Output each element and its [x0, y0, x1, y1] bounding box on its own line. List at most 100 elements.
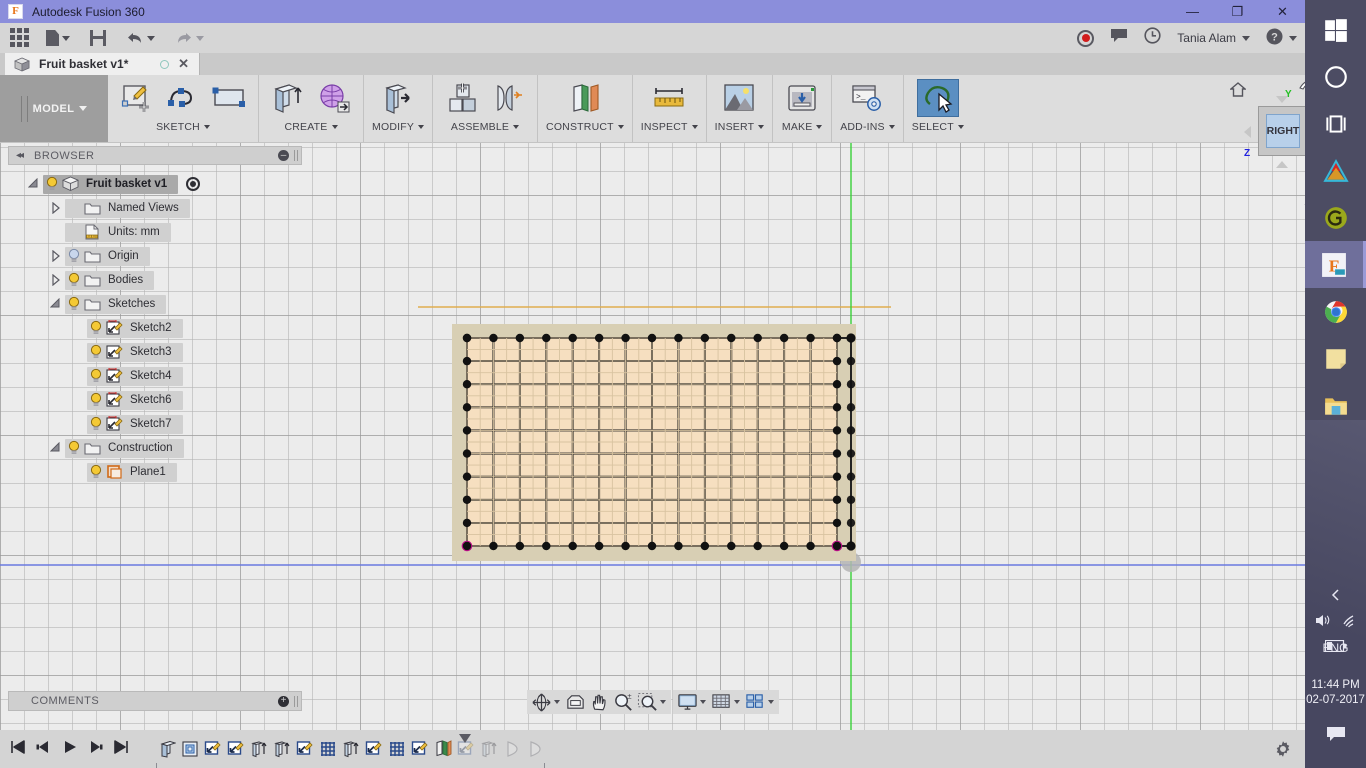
- ribbon-group-label[interactable]: CREATE: [284, 121, 338, 133]
- browser-tree-item-sketch6[interactable]: Sketch6: [8, 388, 302, 412]
- taskbar-sticky-notes[interactable]: [1305, 335, 1366, 382]
- taskbar-task-view[interactable]: [1305, 100, 1366, 147]
- ribbon-group-label[interactable]: INSPECT: [641, 121, 698, 133]
- grid-icon[interactable]: [710, 691, 732, 713]
- timeline-feature-extrude-feature[interactable]: [271, 738, 292, 760]
- ribbon-group-label[interactable]: SELECT: [912, 121, 964, 133]
- help-menu[interactable]: ?: [1266, 28, 1297, 48]
- gear-icon[interactable]: [1273, 739, 1293, 759]
- timeline-feature-extrude-feature[interactable]: [478, 738, 499, 760]
- timeline-feature-plane-feature[interactable]: [432, 738, 453, 760]
- lightbulb-icon[interactable]: [65, 248, 82, 264]
- select-lasso-icon[interactable]: [916, 79, 959, 117]
- browser-tree-chip[interactable]: Origin: [65, 246, 150, 266]
- timeline-feature-sketch-feature[interactable]: [409, 738, 430, 760]
- press-pull-icon[interactable]: [377, 79, 419, 117]
- browser-tree-chip[interactable]: Units: mm: [65, 222, 171, 242]
- chevron-down-icon[interactable]: [768, 700, 774, 704]
- lightbulb-icon[interactable]: [87, 368, 104, 384]
- triangle-collapsed-icon[interactable]: [48, 199, 63, 218]
- browser-tree-chip[interactable]: Sketch3: [87, 342, 183, 362]
- scripts-addins-icon[interactable]: >_: [846, 79, 888, 117]
- offset-plane-icon[interactable]: [564, 79, 606, 117]
- chevron-down-icon[interactable]: [554, 700, 560, 704]
- browser-tree-item-sketch2[interactable]: Sketch2: [8, 316, 302, 340]
- ribbon-group-label[interactable]: INSERT: [715, 121, 765, 133]
- browser-tree-item-fruit-basket-v1[interactable]: Fruit basket v1: [8, 172, 302, 196]
- minimize-button[interactable]: —: [1170, 0, 1215, 23]
- viewports-icon[interactable]: [744, 691, 766, 713]
- browser-tree-item-construction[interactable]: Construction: [8, 436, 302, 460]
- timeline-feature-extrude-feature[interactable]: [248, 738, 269, 760]
- ribbon-group-label[interactable]: ASSEMBLE: [451, 121, 520, 133]
- activate-component-radio[interactable]: [186, 177, 201, 191]
- undo-button[interactable]: [122, 25, 159, 51]
- chevron-down-icon[interactable]: [660, 700, 666, 704]
- taskbar-cortana-search[interactable]: [1305, 53, 1366, 100]
- browser-tree-chip[interactable]: Sketch7: [87, 414, 183, 434]
- ribbon-group-label[interactable]: CONSTRUCT: [546, 121, 624, 133]
- browser-tree-item-origin[interactable]: Origin: [8, 244, 302, 268]
- ribbon-group-label[interactable]: MAKE: [782, 121, 823, 133]
- lightbulb-icon[interactable]: [87, 464, 104, 480]
- document-tab-fruit-basket[interactable]: Fruit basket v1* ✕: [5, 53, 200, 75]
- extrude-icon[interactable]: [267, 79, 309, 117]
- home-icon[interactable]: [1229, 82, 1247, 98]
- hand-pan-icon[interactable]: [588, 691, 610, 713]
- maximize-button[interactable]: ❐: [1215, 0, 1260, 23]
- play-icon[interactable]: [61, 739, 78, 760]
- timeline-feature-sketch-feature[interactable]: [294, 738, 315, 760]
- lightbulb-icon[interactable]: [43, 176, 60, 192]
- browser-tree-chip[interactable]: Plane1: [87, 462, 177, 482]
- browser-tree-item-sketch3[interactable]: Sketch3: [8, 340, 302, 364]
- taskbar-windows-start[interactable]: [1305, 6, 1366, 53]
- chevron-down-icon[interactable]: [700, 700, 706, 704]
- timeline-marker[interactable]: [459, 734, 471, 743]
- view-cube-face[interactable]: RIGHT: [1258, 106, 1308, 156]
- look-at-icon[interactable]: [564, 691, 586, 713]
- tray-expand-button[interactable]: [1305, 588, 1366, 602]
- record-icon[interactable]: [1077, 29, 1095, 47]
- triangle-expanded-icon[interactable]: [48, 439, 63, 458]
- panel-resize-grip[interactable]: [294, 695, 298, 707]
- ribbon-group-label[interactable]: ADD-INS: [840, 121, 895, 133]
- spline-icon[interactable]: [162, 79, 204, 117]
- lightbulb-icon[interactable]: [87, 416, 104, 432]
- lightbulb-icon[interactable]: [65, 440, 82, 456]
- browser-tree-chip[interactable]: Construction: [65, 438, 184, 458]
- triangle-expanded-icon[interactable]: [48, 295, 63, 314]
- timeline-feature-revolve-feature[interactable]: [524, 738, 545, 760]
- step-back-icon[interactable]: [35, 739, 52, 760]
- mesh-insert-icon[interactable]: [313, 79, 355, 117]
- close-icon[interactable]: ✕: [178, 56, 189, 72]
- timeline-feature-component-feature[interactable]: [156, 738, 177, 760]
- rectangle-icon[interactable]: [208, 79, 250, 117]
- orbit-icon[interactable]: [530, 691, 552, 713]
- taskbar-fusion360-app[interactable]: F: [1305, 241, 1366, 288]
- skip-end-icon[interactable]: [113, 739, 130, 760]
- browser-tree-chip[interactable]: Sketches: [65, 294, 167, 314]
- chevron-down-icon[interactable]: [734, 700, 740, 704]
- lightbulb-icon[interactable]: [87, 344, 104, 360]
- browser-tree-item-plane1[interactable]: Plane1: [8, 460, 302, 484]
- timeline-feature-pattern-feature[interactable]: [386, 738, 407, 760]
- browser-tree-chip[interactable]: Bodies: [65, 270, 155, 290]
- app-grid-icon[interactable]: [10, 28, 30, 48]
- speech-bubble-icon[interactable]: [1110, 28, 1128, 48]
- wifi-icon[interactable]: [1341, 613, 1358, 633]
- lightbulb-icon[interactable]: [65, 296, 82, 312]
- browser-tree-chip[interactable]: Fruit basket v1: [43, 174, 179, 194]
- timeline-feature-sketch-feature[interactable]: [202, 738, 223, 760]
- create-sketch-icon[interactable]: [116, 79, 158, 117]
- zoom-window-icon[interactable]: [636, 691, 658, 713]
- double-chevron-left-icon[interactable]: ◂◂: [16, 150, 24, 161]
- timeline-feature-sketch-feature[interactable]: [363, 738, 384, 760]
- browser-tree-item-sketches[interactable]: Sketches: [8, 292, 302, 316]
- insert-image-icon[interactable]: [718, 79, 760, 117]
- skip-start-icon[interactable]: [9, 739, 26, 760]
- timeline-feature-revolve-feature[interactable]: [501, 738, 522, 760]
- redo-button[interactable]: [171, 25, 208, 51]
- triangle-collapsed-icon[interactable]: [48, 271, 63, 290]
- browser-tree-item-sketch4[interactable]: Sketch4: [8, 364, 302, 388]
- triangle-collapsed-icon[interactable]: [48, 247, 63, 266]
